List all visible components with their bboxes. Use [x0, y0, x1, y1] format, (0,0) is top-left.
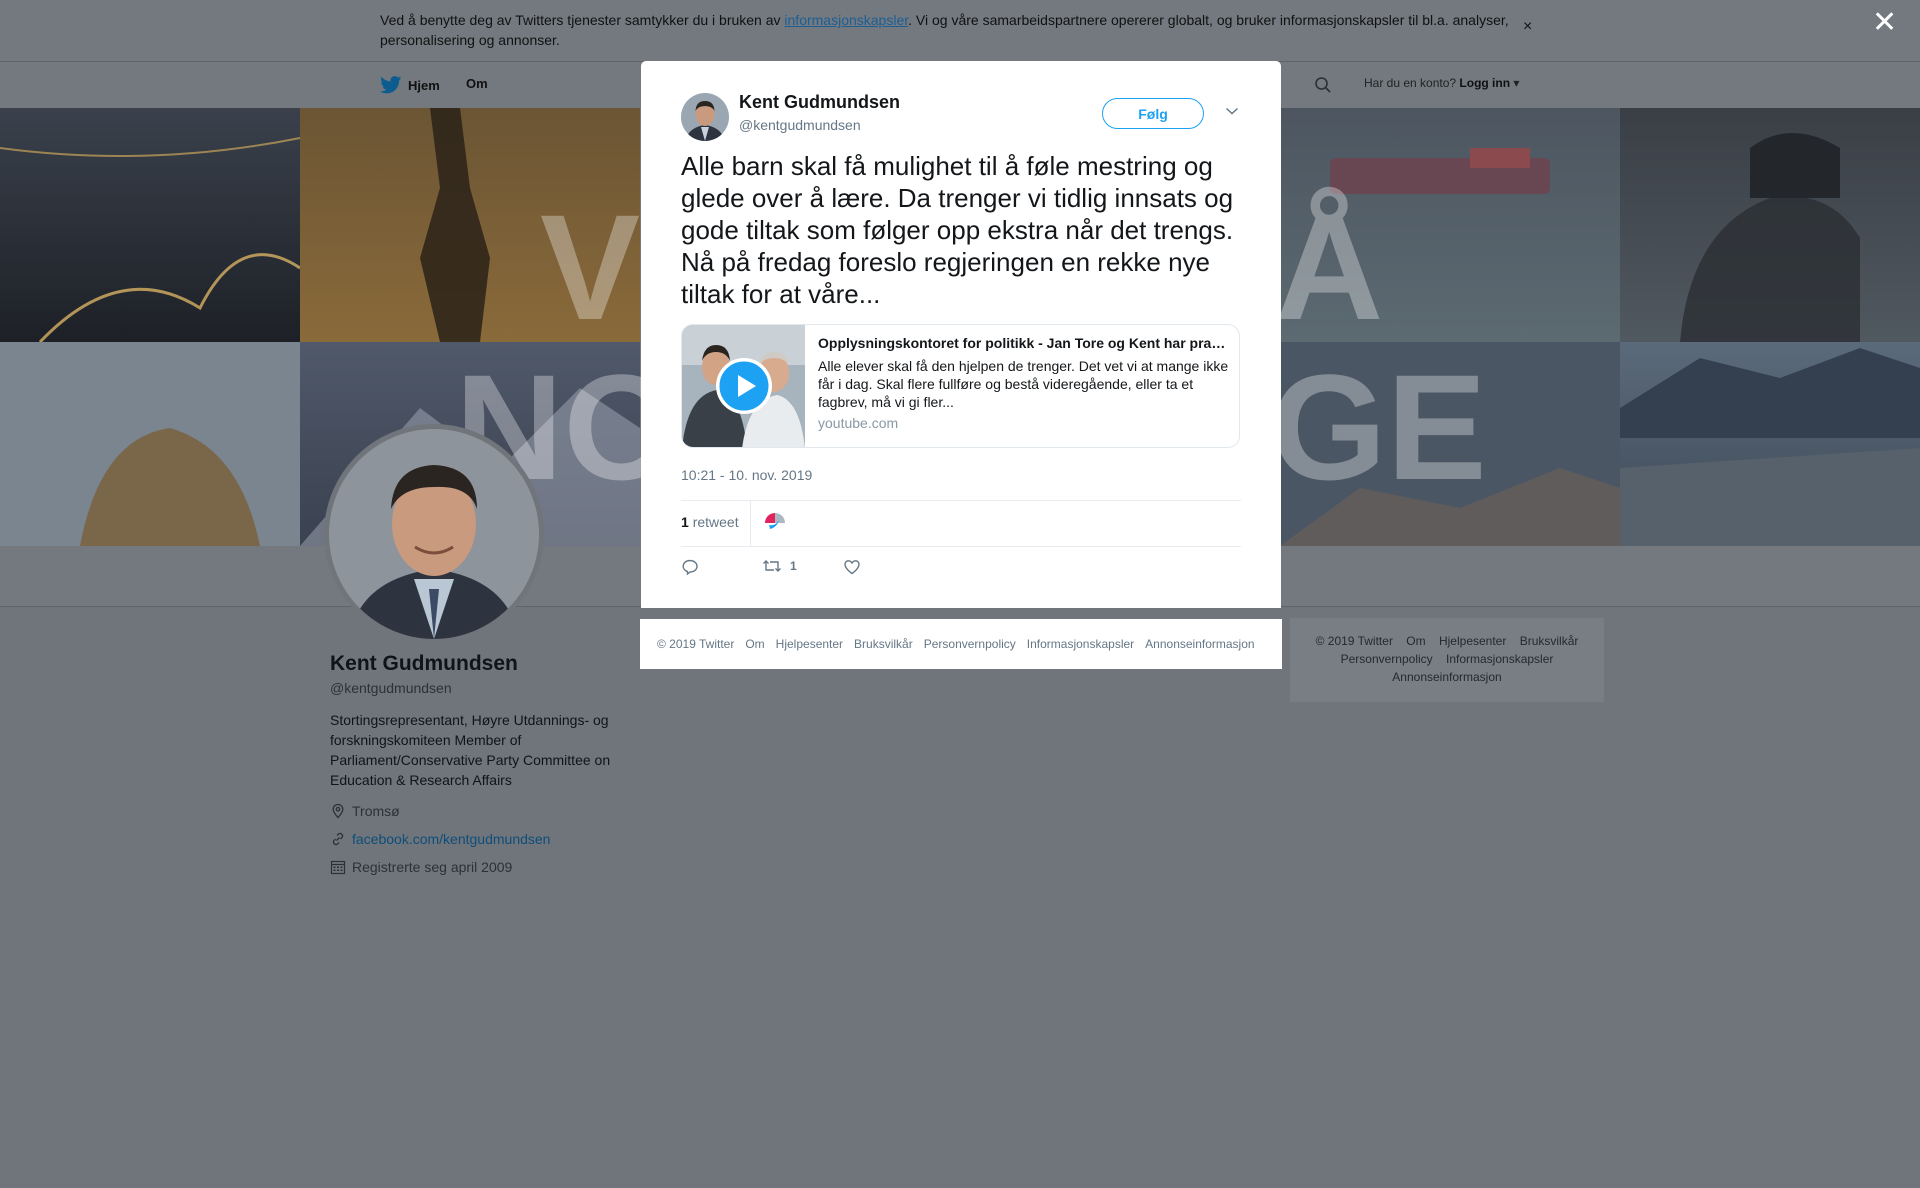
- tweet-text: Alle barn skal få mulighet til å føle me…: [681, 151, 1234, 309]
- tweet-stats: 1 retweet: [681, 500, 1241, 547]
- sidebar-footer-line: © 2019 Twitter Om Hjelpesenter Bruksvilk…: [1290, 632, 1604, 650]
- profile-handle: @kentgudmundsen: [330, 680, 452, 696]
- footer-link[interactable]: Informasjonskapsler: [1027, 637, 1134, 651]
- footer-link[interactable]: Annonseinformasjon: [1145, 637, 1254, 651]
- cookie-close-icon[interactable]: ×: [1523, 18, 1532, 36]
- tweet-author-name[interactable]: Kent Gudmundsen: [739, 92, 900, 113]
- profile-location: Tromsø: [352, 803, 400, 819]
- retweet-count: 1: [681, 514, 689, 530]
- profile-location-row: Tromsø: [330, 803, 400, 819]
- chevron-down-icon[interactable]: [1225, 106, 1239, 116]
- card-description: Alle elever skal få den hjelpen de treng…: [818, 358, 1229, 410]
- login-prompt: Har du en konto? Logg inn ▾: [1364, 76, 1520, 90]
- login-link[interactable]: Logg inn: [1459, 76, 1510, 90]
- sidebar-footer-line: Annonseinformasjon: [1290, 668, 1604, 686]
- profile-website-link[interactable]: facebook.com/kentgudmundsen: [352, 831, 550, 847]
- footer-link[interactable]: Bruksvilkår: [854, 637, 913, 651]
- overlay-close-icon[interactable]: ✕: [1872, 8, 1897, 38]
- retweet-action[interactable]: 1: [762, 558, 797, 574]
- link-preview-card[interactable]: Opplysningskontoret for politikk - Jan T…: [681, 324, 1240, 448]
- header-letter: V: [540, 183, 641, 351]
- nav-home-link[interactable]: Hjem: [380, 76, 440, 94]
- nav-home-label: Hjem: [408, 77, 440, 93]
- footer-link[interactable]: Hjelpesenter: [776, 637, 843, 651]
- tweet-timestamp[interactable]: 10:21 - 10. nov. 2019: [681, 467, 812, 483]
- header-letter: Å: [1275, 183, 1384, 351]
- profile-joined: Registrerte seg april 2009: [352, 859, 513, 875]
- sidebar-footer-line: Personvernpolicy Informasjonskapsler: [1290, 650, 1604, 668]
- profile-bio: Stortingsrepresentant, Høyre Utdannings-…: [330, 712, 611, 788]
- search-icon[interactable]: [1314, 76, 1332, 94]
- retweet-icon: [763, 560, 781, 572]
- cookie-policy-link[interactable]: informasjonskapsler: [784, 12, 908, 28]
- twitter-bird-icon: [380, 76, 402, 94]
- profile-name: Kent Gudmundsen: [330, 652, 518, 675]
- header-letter: GE: [1270, 343, 1487, 511]
- cookie-banner: Ved å benytte deg av Twitters tjenester …: [0, 0, 1920, 62]
- nav-about-link[interactable]: Om: [466, 76, 488, 91]
- chevron-down-icon: ▾: [1510, 76, 1520, 90]
- play-icon[interactable]: [716, 358, 772, 414]
- sidebar-footer: © 2019 Twitter Om Hjelpesenter Bruksvilk…: [1290, 618, 1604, 702]
- footer-link[interactable]: Annonseinformasjon: [1392, 670, 1501, 684]
- modal-footer: © 2019 Twitter Om Hjelpesenter Bruksvilk…: [640, 619, 1282, 669]
- retweet-action-count: 1: [790, 559, 797, 573]
- footer-link[interactable]: Om: [1406, 634, 1425, 648]
- footer-link[interactable]: Bruksvilkår: [1520, 634, 1579, 648]
- retweet-label: retweet: [692, 514, 739, 530]
- footer-link[interactable]: Om: [745, 637, 764, 651]
- footer-link[interactable]: Personvernpolicy: [1341, 652, 1433, 666]
- heart-icon[interactable]: [843, 558, 861, 576]
- card-thumbnail[interactable]: [682, 325, 805, 447]
- cookie-banner-text: Ved å benytte deg av Twitters tjenester …: [380, 12, 1509, 48]
- retweet-count-link[interactable]: 1 retweet: [681, 514, 739, 530]
- location-icon: [332, 803, 344, 819]
- profile-avatar[interactable]: [324, 424, 544, 644]
- link-icon: [332, 832, 344, 846]
- stats-divider: [750, 501, 751, 547]
- profile-website-row: facebook.com/kentgudmundsen: [330, 831, 550, 847]
- retweeter-avatar[interactable]: [763, 511, 787, 535]
- profile-joined-row: Registrerte seg april 2009: [330, 859, 512, 875]
- card-title: Opplysningskontoret for politikk - Jan T…: [818, 335, 1228, 351]
- footer-link[interactable]: © 2019 Twitter: [657, 637, 734, 651]
- footer-link[interactable]: © 2019 Twitter: [1316, 634, 1393, 648]
- footer-link[interactable]: Personvernpolicy: [924, 637, 1016, 651]
- tweet-modal: Kent Gudmundsen @kentgudmundsen Følg All…: [641, 61, 1281, 608]
- tweet-author-avatar[interactable]: [681, 93, 729, 141]
- reply-icon[interactable]: [681, 558, 699, 576]
- footer-link[interactable]: Hjelpesenter: [1439, 634, 1506, 648]
- follow-button[interactable]: Følg: [1102, 98, 1204, 129]
- footer-link[interactable]: Informasjonskapsler: [1446, 652, 1553, 666]
- tweet-author-handle[interactable]: @kentgudmundsen: [739, 117, 861, 133]
- card-domain: youtube.com: [818, 415, 899, 431]
- calendar-icon: [330, 860, 346, 875]
